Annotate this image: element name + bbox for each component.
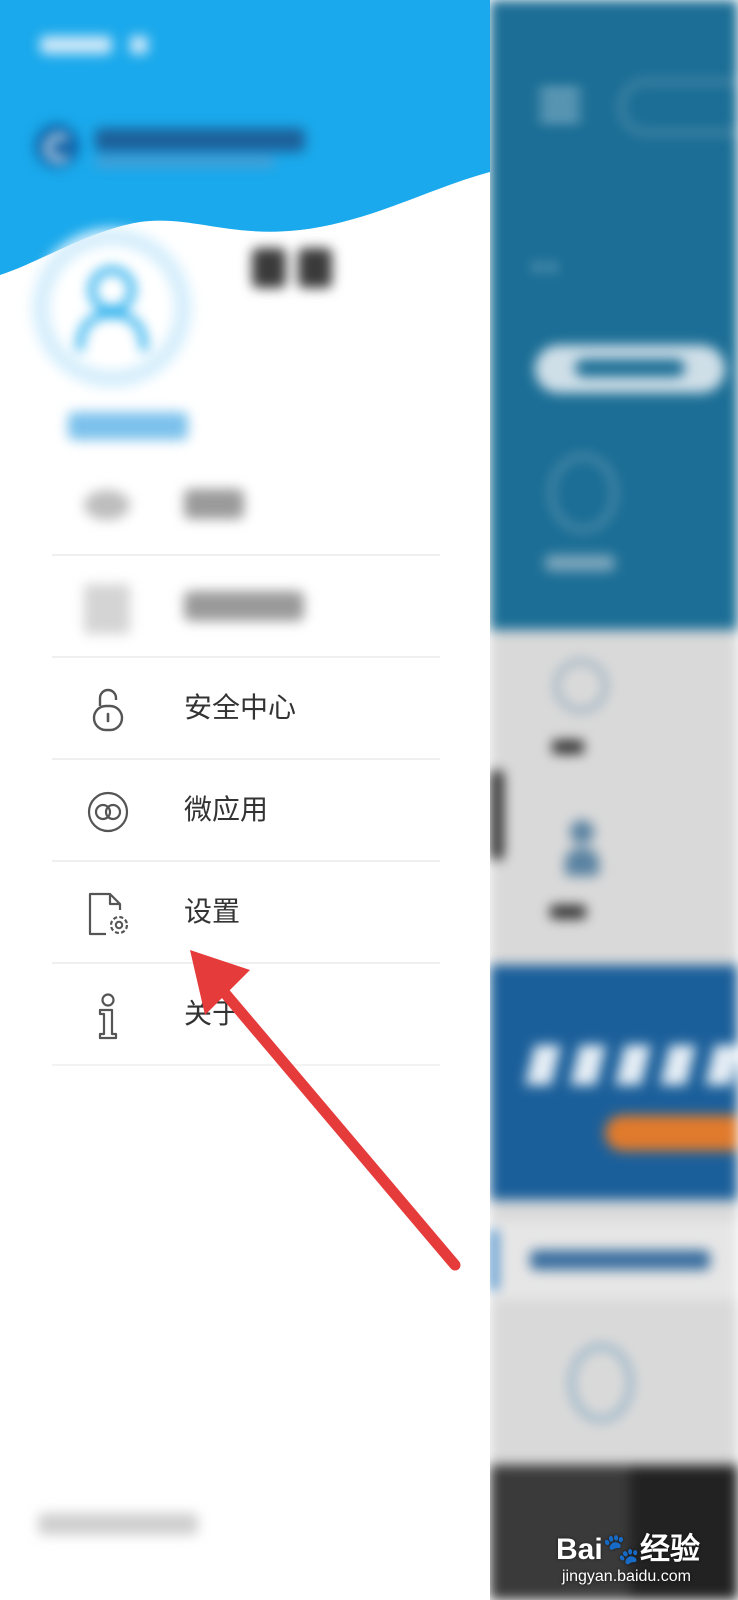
background-person-label	[550, 905, 586, 919]
paw-icon: 🐾	[602, 1533, 641, 1566]
hamburger-menu-icon[interactable]	[540, 90, 580, 120]
background-search-box[interactable]	[620, 80, 738, 134]
background-greeting: ··	[530, 240, 560, 294]
background-shortcut-label	[545, 555, 615, 571]
security-center-label: 安全中心	[184, 691, 297, 724]
menu-item-first[interactable]	[52, 454, 440, 556]
menu-item-about[interactable]: 关于	[52, 964, 440, 1066]
about-label: 关于	[184, 997, 241, 1030]
menu-item-settings[interactable]: 设置	[52, 862, 440, 964]
menu-item-second[interactable]	[52, 556, 440, 658]
login-link[interactable]	[68, 412, 188, 440]
lock-icon	[92, 688, 124, 732]
drawer-menu: 安全中心 微应用 设置 关于	[52, 454, 440, 1066]
watermark-logo: Bai🐾经验	[556, 1533, 701, 1566]
background-action-button[interactable]	[535, 345, 725, 393]
background-header: ··	[490, 0, 738, 630]
background-account-label	[552, 740, 584, 754]
background-promo-banner[interactable]	[490, 965, 738, 1200]
second-menu-label	[184, 586, 304, 632]
background-shortcut-icon[interactable]	[550, 455, 616, 531]
background-person-icon[interactable]	[565, 820, 599, 880]
link-icon	[87, 791, 129, 833]
baidu-jingyan-watermark: Bai🐾经验 jingyan.baidu.com	[556, 1524, 736, 1598]
bank-logo-subtext	[95, 158, 275, 166]
first-menu-label	[184, 484, 244, 530]
bank-logo-icon	[35, 124, 79, 168]
bank-logo-text	[95, 128, 305, 152]
background-section-header	[490, 1220, 738, 1300]
micro-apps-label: 微应用	[184, 793, 269, 826]
background-app-page: ··	[490, 0, 738, 1600]
menu-item-micro-apps[interactable]: 微应用	[52, 760, 440, 862]
settings-label: 设置	[184, 895, 241, 928]
status-time	[40, 36, 112, 54]
settings-icon	[88, 892, 129, 936]
side-drawer: 安全中心 微应用 设置 关于	[0, 0, 490, 1600]
version-text	[38, 1513, 198, 1535]
bank-logo	[35, 120, 305, 174]
first-menu-icon	[84, 482, 132, 530]
second-menu-icon	[84, 584, 132, 634]
menu-item-security-center[interactable]: 安全中心	[52, 658, 440, 760]
status-icon	[130, 36, 148, 54]
user-name	[248, 242, 338, 294]
watermark-url: jingyan.baidu.com	[562, 1568, 691, 1585]
info-icon	[98, 993, 118, 1040]
drawer-drag-handle[interactable]	[490, 770, 504, 860]
background-feature-icon[interactable]	[570, 1345, 632, 1421]
user-avatar-icon	[76, 266, 148, 352]
background-account-icon[interactable]	[555, 660, 607, 712]
